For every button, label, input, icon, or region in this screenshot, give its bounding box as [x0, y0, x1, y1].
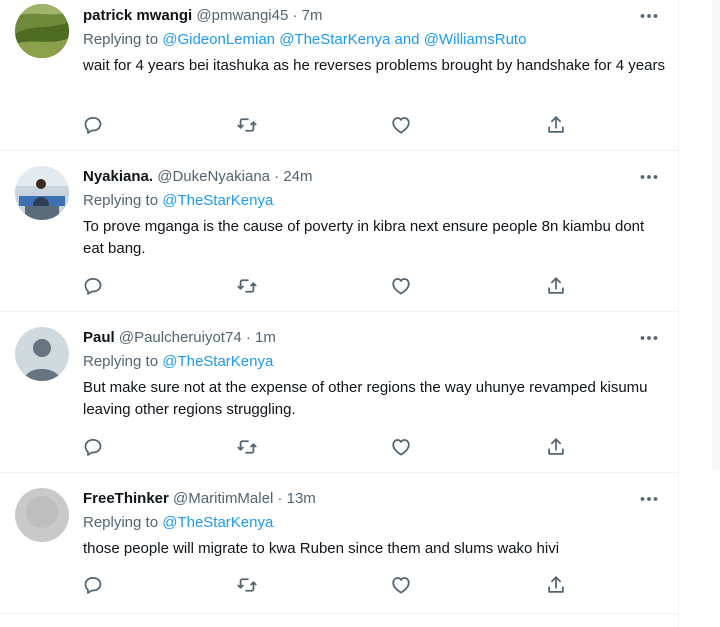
tweet-text: To prove mganga is the cause of poverty … — [83, 218, 645, 257]
tweet-text: wait for 4 years bei itashuka as he reve… — [83, 57, 665, 74]
more-icon[interactable] — [638, 489, 660, 509]
separator-dot: · — [292, 7, 298, 24]
share-icon[interactable] — [545, 574, 567, 596]
timestamp[interactable]: 13m — [287, 490, 316, 507]
replying-to-label: Replying to — [83, 31, 159, 48]
replying-to: Replying to @TheStarKenya — [83, 191, 273, 211]
tweet-reply-1[interactable]: patrick mwangi @pmwangi45 · 7m Replying … — [0, 0, 678, 151]
like-icon[interactable] — [390, 574, 412, 596]
like-icon[interactable] — [390, 436, 412, 458]
mention-link[interactable]: @GideonLemian — [162, 31, 275, 48]
replying-to: Replying to @TheStarKenya — [83, 352, 273, 372]
mention-link[interactable]: @TheStarKenya — [279, 31, 390, 48]
reply-icon[interactable] — [82, 436, 104, 458]
replying-to: Replying to @GideonLemian @TheStarKenya … — [83, 30, 526, 50]
mention-link[interactable]: @TheStarKenya — [162, 192, 273, 209]
mention-link[interactable]: @TheStarKenya — [162, 514, 273, 531]
reply-timeline: patrick mwangi @pmwangi45 · 7m Replying … — [0, 0, 679, 627]
separator-dot: · — [274, 168, 280, 185]
more-icon[interactable] — [638, 328, 660, 348]
replying-to-label: Replying to — [83, 192, 159, 209]
separator-dot: · — [277, 490, 283, 507]
replying-to-label: Replying to — [83, 514, 159, 531]
retweet-icon[interactable] — [236, 574, 258, 596]
avatar[interactable] — [15, 488, 69, 542]
user-handle[interactable]: @Paulcheruiyot74 — [119, 329, 242, 346]
share-icon[interactable] — [545, 436, 567, 458]
user-handle[interactable]: @DukeNyakiana — [157, 168, 270, 185]
replying-to: Replying to @TheStarKenya — [83, 513, 273, 533]
more-icon[interactable] — [638, 6, 660, 26]
share-icon[interactable] — [545, 114, 567, 136]
replying-to-label: Replying to — [83, 353, 159, 370]
display-name[interactable]: FreeThinker — [83, 490, 169, 507]
tweet-header: patrick mwangi @pmwangi45 · 7m — [83, 6, 323, 26]
timestamp[interactable]: 24m — [283, 168, 312, 185]
mention-link[interactable]: @WilliamsRuto — [424, 31, 527, 48]
display-name[interactable]: Nyakiana. — [83, 168, 153, 185]
mention-link[interactable]: @TheStarKenya — [162, 353, 273, 370]
reply-icon[interactable] — [82, 114, 104, 136]
display-name[interactable]: Paul — [83, 329, 115, 346]
avatar[interactable] — [15, 327, 69, 381]
user-handle[interactable]: @MaritimMalel — [173, 490, 273, 507]
avatar[interactable] — [15, 4, 69, 58]
more-icon[interactable] — [638, 167, 660, 187]
timestamp[interactable]: 7m — [302, 7, 323, 24]
sidebar-edge — [712, 0, 720, 470]
share-icon[interactable] — [545, 275, 567, 297]
like-icon[interactable] — [390, 114, 412, 136]
user-handle[interactable]: @pmwangi45 — [196, 7, 288, 24]
reply-icon[interactable] — [82, 275, 104, 297]
avatar[interactable] — [15, 166, 69, 220]
reply-icon[interactable] — [82, 574, 104, 596]
tweet-text: those people will migrate to kwa Ruben s… — [83, 540, 560, 557]
separator-dot: · — [245, 329, 251, 346]
tweet-reply-3[interactable]: Paul @Paulcheruiyot74 · 1m Replying to @… — [0, 312, 678, 473]
retweet-icon[interactable] — [236, 275, 258, 297]
retweet-icon[interactable] — [236, 114, 258, 136]
tweet-text: But make sure not at the expense of othe… — [83, 379, 648, 418]
display-name[interactable]: patrick mwangi — [83, 7, 192, 24]
tweet-header: Nyakiana. @DukeNyakiana · 24m — [83, 167, 313, 187]
timestamp[interactable]: 1m — [255, 329, 276, 346]
like-icon[interactable] — [390, 275, 412, 297]
tweet-header: FreeThinker @MaritimMalel · 13m — [83, 489, 316, 509]
retweet-icon[interactable] — [236, 436, 258, 458]
tweet-header: Paul @Paulcheruiyot74 · 1m — [83, 328, 276, 348]
tweet-reply-4[interactable]: FreeThinker @MaritimMalel · 13m Replying… — [0, 473, 678, 614]
tweet-reply-2[interactable]: Nyakiana. @DukeNyakiana · 24m Replying t… — [0, 151, 678, 312]
mention-and: and — [394, 31, 420, 48]
